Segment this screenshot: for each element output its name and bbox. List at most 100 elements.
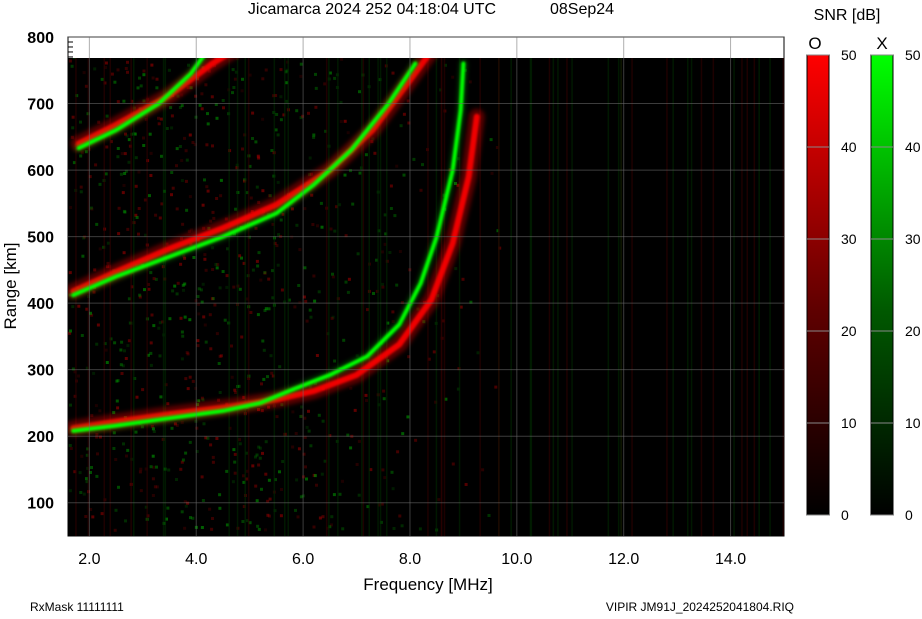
noise-speck [400, 301, 404, 305]
noise-speck [138, 293, 142, 297]
noise-speck [333, 229, 337, 233]
noise-speck [68, 444, 72, 447]
noise-speck [105, 114, 109, 118]
noise-speck [214, 263, 218, 266]
noise-speck [211, 460, 215, 464]
noise-speck [313, 299, 317, 303]
noise-speck [305, 319, 309, 323]
noise-speck [381, 282, 384, 286]
noise-speck [330, 316, 334, 320]
noise-speck [90, 207, 94, 211]
noise-speck [98, 182, 102, 186]
noise-speck [218, 354, 222, 358]
noise-speck [115, 399, 119, 403]
noise-speck [210, 95, 214, 99]
noise-speck [234, 207, 238, 211]
noise-speck [307, 409, 310, 413]
interference-column [386, 58, 388, 536]
noise-speck [91, 515, 95, 519]
noise-speck [202, 422, 206, 426]
noise-speck [68, 271, 72, 275]
noise-speck [175, 164, 178, 168]
noise-speck [329, 227, 333, 231]
noise-speck [315, 354, 319, 357]
noise-speck [97, 120, 101, 124]
noise-speck [142, 69, 146, 73]
noise-speck [305, 425, 309, 429]
noise-speck [188, 133, 192, 137]
interference-column [244, 58, 246, 536]
noise-speck [233, 452, 237, 456]
interference-column [548, 58, 551, 536]
noise-speck [165, 127, 169, 130]
noise-speck [358, 171, 362, 175]
noise-speck [124, 132, 127, 136]
noise-speck [249, 311, 253, 314]
interference-column [571, 58, 573, 536]
noise-speck [96, 323, 100, 327]
y-tick-label: 300 [27, 363, 54, 380]
noise-speck [233, 471, 237, 475]
noise-speck [106, 261, 110, 265]
noise-speck [230, 344, 233, 348]
colorbar-tick-label: 40 [841, 139, 857, 155]
noise-speck [233, 77, 237, 81]
noise-speck [126, 344, 130, 348]
noise-speck [200, 92, 204, 96]
noise-speck [93, 268, 97, 272]
noise-speck [113, 80, 117, 84]
interference-column [631, 58, 633, 536]
noise-speck [183, 526, 187, 530]
interference-column [133, 58, 135, 536]
interference-column [443, 58, 446, 536]
noise-speck [314, 86, 318, 90]
noise-speck [211, 268, 215, 271]
noise-speck [261, 117, 265, 121]
noise-speck [373, 151, 377, 155]
noise-speck [494, 385, 498, 389]
noise-speck [69, 329, 72, 333]
noise-speck [261, 451, 264, 455]
noise-speck [112, 447, 116, 450]
noise-speck [124, 519, 127, 523]
noise-speck [346, 290, 350, 294]
noise-speck [312, 525, 316, 529]
noise-speck [365, 399, 368, 402]
noise-speck [401, 432, 405, 436]
noise-speck [275, 113, 279, 116]
interference-column [284, 58, 286, 536]
noise-speck [167, 68, 171, 72]
noise-speck [277, 233, 281, 237]
noise-speck [82, 492, 86, 496]
noise-speck [138, 76, 141, 80]
noise-speck [215, 116, 219, 120]
noise-speck [180, 104, 184, 108]
interference-column [782, 58, 784, 536]
noise-speck [406, 99, 410, 103]
noise-speck [406, 415, 410, 419]
noise-speck [77, 304, 81, 308]
noise-speck [167, 468, 171, 472]
noise-speck [295, 223, 299, 227]
x-tick-label: 8.0 [399, 551, 421, 568]
noise-speck [391, 320, 395, 323]
noise-speck [199, 288, 203, 292]
noise-speck [269, 354, 273, 358]
noise-speck [69, 403, 72, 407]
interference-column [753, 58, 756, 536]
noise-speck [112, 411, 116, 415]
noise-speck [82, 71, 86, 75]
noise-speck [205, 143, 209, 147]
noise-speck [198, 103, 202, 107]
interference-column [690, 58, 693, 536]
noise-speck [255, 259, 259, 263]
noise-speck [158, 216, 162, 220]
noise-speck [251, 111, 255, 115]
noise-speck [278, 470, 281, 474]
noise-speck [170, 426, 174, 430]
noise-speck [349, 169, 352, 173]
interference-column [247, 58, 250, 536]
noise-speck [210, 527, 214, 531]
noise-speck [432, 350, 436, 354]
noise-speck [143, 288, 146, 292]
